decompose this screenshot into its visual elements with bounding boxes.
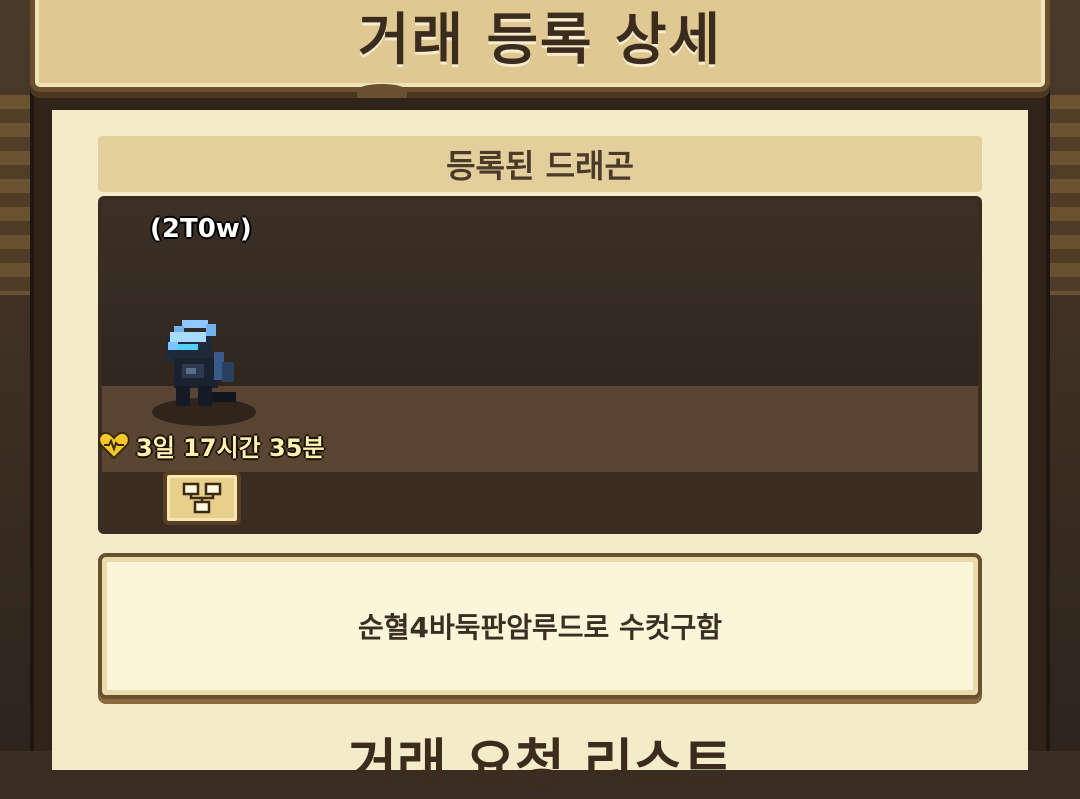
description-text: 순혈4바둑판암루드로 수컷구함 (357, 611, 723, 644)
dragon-name: (2T0w) (150, 214, 252, 244)
family-tree-button[interactable] (163, 471, 241, 525)
background-shelf-left (0, 95, 34, 295)
title-bar: 거래 등록 상세 (30, 0, 1050, 92)
background-shelf-right (1046, 95, 1080, 295)
dragon-timer: 3일 17시간 35분 (98, 428, 325, 462)
dragon-sprite[interactable] (162, 318, 248, 414)
title-notch (357, 84, 407, 98)
heart-icon (98, 431, 130, 460)
dialog-title: 거래 등록 상세 (357, 7, 723, 73)
trade-description: 순혈4바둑판암루드로 수컷구함 (98, 553, 982, 699)
registered-dragon-header: 등록된 드래곤 (98, 136, 982, 192)
timer-text: 3일 17시간 35분 (136, 433, 325, 462)
family-tree-icon (182, 482, 222, 514)
trade-request-list-title: 거래 요청 리스트 (347, 733, 733, 796)
